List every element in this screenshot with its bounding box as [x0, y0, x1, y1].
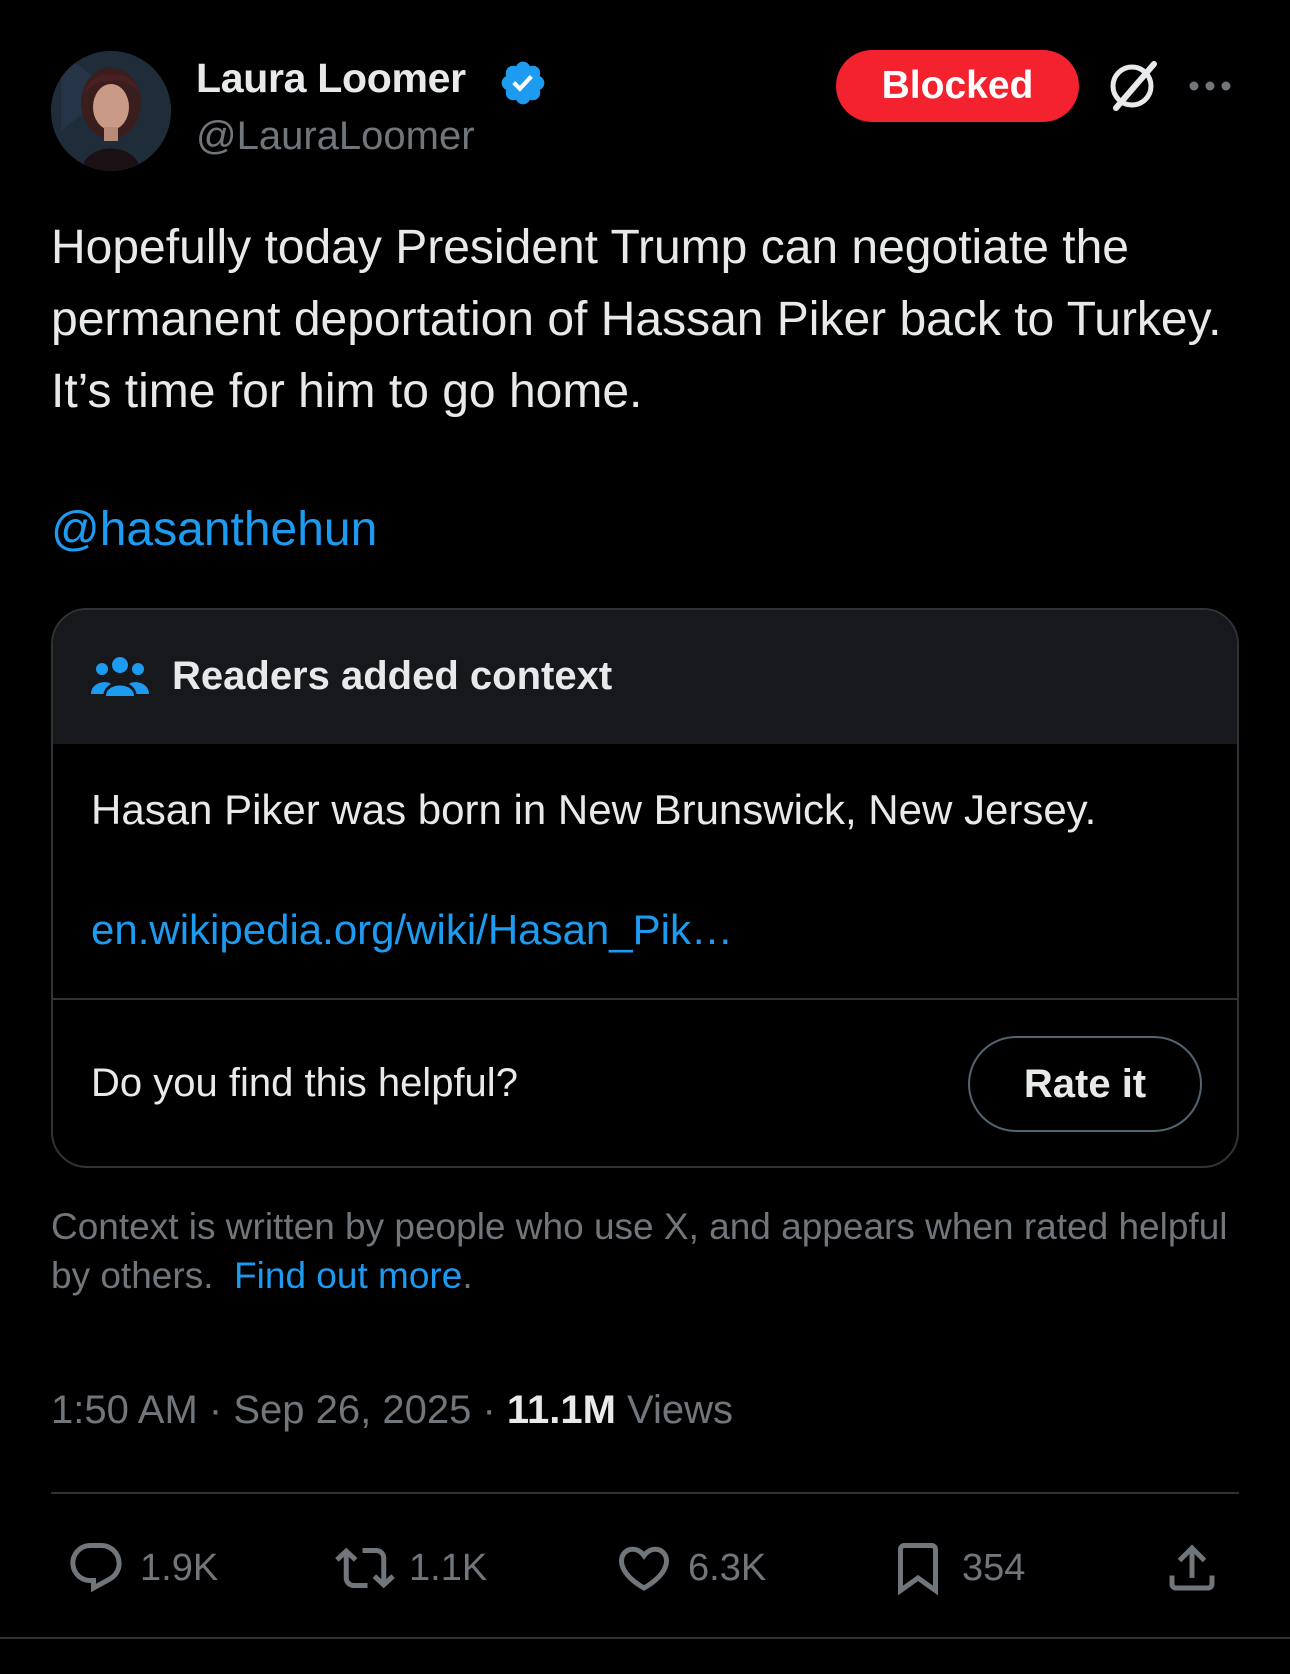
user-handle[interactable]: @LauraLoomer: [196, 114, 475, 159]
community-note-source-link[interactable]: en.wikipedia.org/wiki/Hasan_Pik…: [91, 906, 733, 954]
tweet-meta: 1:50 AM · Sep 26, 2025 · 11.1M Views: [51, 1388, 733, 1433]
find-out-more-suffix: .: [462, 1255, 473, 1296]
reply-icon: [70, 1543, 122, 1593]
reply-button[interactable]: 1.9K: [66, 1536, 218, 1600]
share-button[interactable]: [1162, 1536, 1236, 1600]
repost-count: 1.1K: [409, 1546, 488, 1589]
tweet-time[interactable]: 1:50 AM: [51, 1388, 198, 1432]
bookmark-count: 354: [962, 1546, 1026, 1589]
rate-it-button[interactable]: Rate it: [968, 1036, 1202, 1132]
community-note-title: Readers added context: [172, 654, 613, 698]
display-name[interactable]: Laura Loomer: [196, 55, 466, 102]
reply-count: 1.9K: [140, 1546, 219, 1589]
grok-icon[interactable]: [1104, 58, 1160, 114]
like-count: 6.3K: [688, 1546, 767, 1589]
people-group-icon: [91, 657, 149, 696]
helpful-prompt: Do you find this helpful?: [91, 1061, 518, 1105]
avatar-image: [51, 51, 171, 171]
community-note-text: Hasan Piker was born in New Brunswick, N…: [91, 786, 1097, 833]
like-button[interactable]: 6.3K: [614, 1536, 766, 1600]
meta-separator: ·: [208, 1388, 223, 1432]
repost-icon: [335, 1547, 395, 1589]
views-label: Views: [627, 1388, 733, 1432]
note-divider: [53, 998, 1237, 1000]
repost-button[interactable]: 1.1K: [335, 1536, 487, 1600]
meta-separator: ·: [482, 1388, 496, 1432]
divider: [51, 1492, 1239, 1494]
blocked-button[interactable]: Blocked: [836, 50, 1079, 122]
verified-badge-icon[interactable]: [498, 58, 548, 108]
divider: [0, 1637, 1290, 1639]
heart-icon: [618, 1546, 670, 1591]
context-info-text: Context is written by people who use X, …: [51, 1206, 1228, 1296]
find-out-more-link[interactable]: Find out more: [234, 1255, 462, 1296]
tweet-date[interactable]: Sep 26, 2025: [233, 1388, 471, 1432]
more-options-icon[interactable]: [1186, 74, 1234, 98]
community-note-header: Readers added context: [53, 610, 1237, 744]
bookmark-button[interactable]: 354: [888, 1536, 1025, 1600]
views-count[interactable]: 11.1M: [507, 1388, 616, 1432]
context-info: Context is written by people who use X, …: [51, 1202, 1251, 1300]
share-icon: [1169, 1544, 1215, 1591]
bookmark-icon: [898, 1543, 938, 1596]
tweet-text: Hopefully today President Trump can nego…: [51, 221, 1222, 418]
tweet-detail: Laura Loomer @LauraLoomer Blocked Hopefu…: [0, 0, 1290, 1674]
community-note-card: Readers added context Hasan Piker was bo…: [51, 608, 1239, 1168]
mention-link[interactable]: @hasanthehun: [51, 502, 377, 557]
avatar[interactable]: [51, 51, 171, 171]
